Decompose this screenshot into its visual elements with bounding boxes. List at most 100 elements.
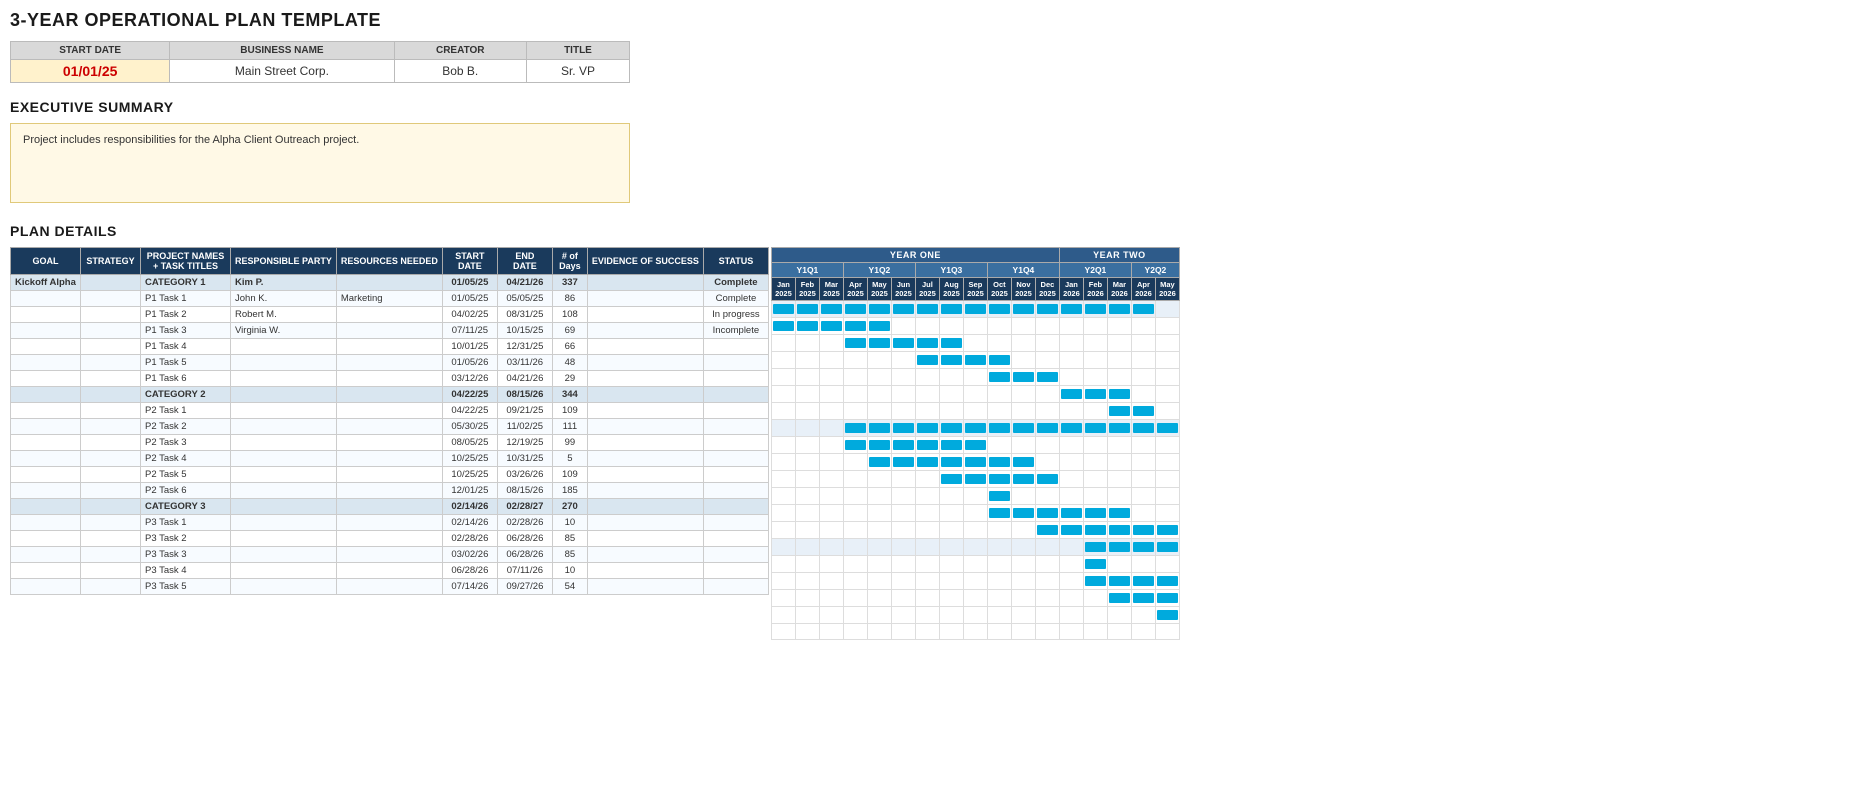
q-y2q2: Y2Q2 [1131, 263, 1179, 278]
gantt-cell [1035, 318, 1059, 335]
gantt-cell [1011, 318, 1035, 335]
table-cell: 12/19/25 [497, 435, 552, 451]
table-cell [336, 339, 442, 355]
gantt-cell [1011, 301, 1035, 318]
table-cell: 85 [552, 547, 587, 563]
gantt-cell [939, 539, 963, 556]
gantt-cell [1083, 437, 1107, 454]
gantt-row [771, 607, 1179, 624]
table-cell [703, 419, 768, 435]
gantt-cell [1155, 539, 1179, 556]
gantt-cell [819, 386, 843, 403]
gantt-wrapper: YEAR ONE YEAR TWO Y1Q1 Y1Q2 Y1Q3 Y1Q4 Y2… [771, 247, 1180, 640]
table-cell [11, 467, 81, 483]
gantt-cell [1059, 556, 1083, 573]
table-cell: 185 [552, 483, 587, 499]
gantt-cell [1107, 556, 1131, 573]
gantt-cell [1131, 556, 1155, 573]
gantt-cell [915, 318, 939, 335]
gantt-cell [939, 607, 963, 624]
gantt-cell [963, 301, 987, 318]
gantt-cell [1059, 522, 1083, 539]
gantt-cell [891, 471, 915, 488]
gantt-cell [939, 624, 963, 640]
table-cell: CATEGORY 3 [141, 499, 231, 515]
gantt-quarter-row: Y1Q1 Y1Q2 Y1Q3 Y1Q4 Y2Q1 Y2Q2 [771, 263, 1179, 278]
gantt-cell [987, 386, 1011, 403]
table-cell [11, 355, 81, 371]
gantt-cell [1083, 539, 1107, 556]
table-cell: 03/12/26 [442, 371, 497, 387]
gantt-row [771, 420, 1179, 437]
gantt-cell [843, 386, 867, 403]
table-cell: P1 Task 4 [141, 339, 231, 355]
gantt-cell [867, 590, 891, 607]
table-cell [231, 387, 337, 403]
gantt-cell [771, 556, 795, 573]
gantt-cell [987, 522, 1011, 539]
table-cell [231, 515, 337, 531]
table-cell: In progress [703, 307, 768, 323]
table-cell [587, 515, 703, 531]
gantt-cell [939, 301, 963, 318]
gantt-cell [939, 556, 963, 573]
gantt-cell [1011, 403, 1035, 420]
table-cell [587, 275, 703, 291]
gantt-cell [1155, 522, 1179, 539]
gantt-cell [963, 352, 987, 369]
m-nov25: Nov2025 [1011, 278, 1035, 301]
gantt-cell [843, 522, 867, 539]
gantt-cell [1011, 522, 1035, 539]
table-cell [703, 403, 768, 419]
gantt-cell [1131, 301, 1155, 318]
table-cell: Complete [703, 275, 768, 291]
table-cell [336, 419, 442, 435]
gantt-cell [1107, 454, 1131, 471]
table-cell [336, 355, 442, 371]
table-cell: 10/31/25 [497, 451, 552, 467]
gantt-cell [795, 454, 819, 471]
table-cell [587, 579, 703, 595]
gantt-cell [915, 454, 939, 471]
table-cell: 04/21/26 [497, 371, 552, 387]
table-cell [587, 371, 703, 387]
table-cell [81, 355, 141, 371]
table-cell: 02/14/26 [442, 499, 497, 515]
gantt-cell [891, 318, 915, 335]
gantt-cell [771, 607, 795, 624]
gantt-cell [843, 301, 867, 318]
plan-details-title: PLAN DETAILS [10, 223, 1847, 239]
table-cell: 108 [552, 307, 587, 323]
table-cell [231, 563, 337, 579]
table-cell: 05/05/25 [497, 291, 552, 307]
table-cell [703, 387, 768, 403]
gantt-cell [819, 352, 843, 369]
gantt-cell [963, 522, 987, 539]
plan-table: GOAL STRATEGY PROJECT NAMES+ TASK TITLES… [10, 247, 769, 595]
table-cell [703, 339, 768, 355]
gantt-cell [915, 437, 939, 454]
gantt-cell [819, 454, 843, 471]
gantt-cell [771, 352, 795, 369]
table-cell [336, 387, 442, 403]
gantt-cell [891, 335, 915, 352]
gantt-cell [1035, 335, 1059, 352]
gantt-cell [1083, 335, 1107, 352]
m-may25: May2025 [867, 278, 891, 301]
table-cell [703, 483, 768, 499]
table-cell: Marketing [336, 291, 442, 307]
gantt-cell [987, 607, 1011, 624]
gantt-cell [1107, 352, 1131, 369]
gantt-cell [1107, 539, 1131, 556]
table-row: P2 Task 612/01/2508/15/26185 [11, 483, 769, 499]
gantt-cell [1035, 573, 1059, 590]
gantt-cell [867, 386, 891, 403]
table-cell: 270 [552, 499, 587, 515]
gantt-cell [819, 471, 843, 488]
gantt-cell [867, 352, 891, 369]
m-dec25: Dec2025 [1035, 278, 1059, 301]
table-cell [81, 387, 141, 403]
table-cell [703, 563, 768, 579]
gantt-cell [1131, 624, 1155, 640]
gantt-cell [939, 403, 963, 420]
